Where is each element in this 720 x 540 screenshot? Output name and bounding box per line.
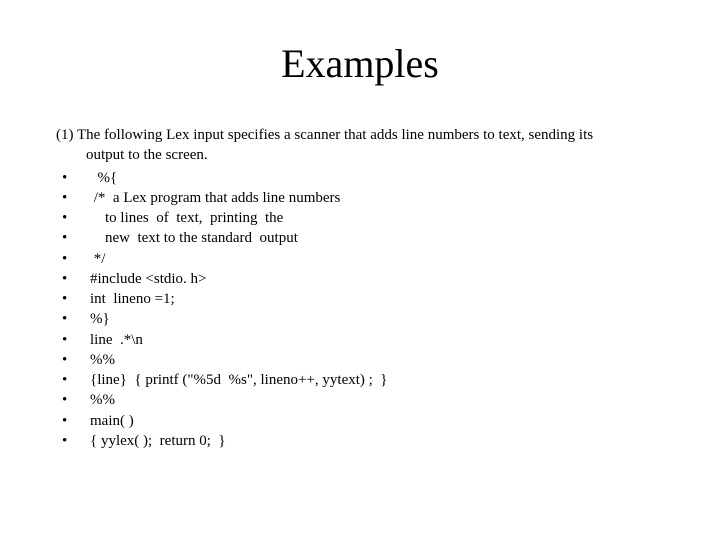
bullet-icon: • <box>54 411 90 431</box>
bullet-icon: • <box>54 249 90 269</box>
list-item: • main( ) <box>54 411 666 431</box>
list-item: • { yylex( ); return 0; } <box>54 431 666 451</box>
bullet-text: %{ <box>90 168 666 188</box>
bullet-icon: • <box>54 330 90 350</box>
list-item: • to lines of text, printing the <box>54 208 666 228</box>
list-item: • /* a Lex program that adds line number… <box>54 188 666 208</box>
bullet-text: /* a Lex program that adds line numbers <box>90 188 666 208</box>
bullet-icon: • <box>54 168 90 188</box>
bullet-icon: • <box>54 431 90 451</box>
bullet-text: new text to the standard output <box>90 228 666 248</box>
list-item: • new text to the standard output <box>54 228 666 248</box>
list-item: • %} <box>54 309 666 329</box>
bullet-text: main( ) <box>90 411 666 431</box>
bullet-icon: • <box>54 269 90 289</box>
bullet-text: */ <box>90 249 666 269</box>
bullet-icon: • <box>54 370 90 390</box>
list-item: • int lineno =1; <box>54 289 666 309</box>
slide: Examples (1) The following Lex input spe… <box>0 0 720 540</box>
bullet-text: to lines of text, printing the <box>90 208 666 228</box>
bullet-text: line .*\n <box>90 330 666 350</box>
bullet-text: #include <stdio. h> <box>90 269 666 289</box>
bullet-text: { yylex( ); return 0; } <box>90 431 666 451</box>
intro-line-1: (1) The following Lex input specifies a … <box>56 125 666 145</box>
list-item: • %% <box>54 350 666 370</box>
bullet-text: {line} { printf ("%5d %s", lineno++, yyt… <box>90 370 666 390</box>
bullet-icon: • <box>54 289 90 309</box>
bullet-icon: • <box>54 390 90 410</box>
bullet-icon: • <box>54 228 90 248</box>
bullet-text: %% <box>90 390 666 410</box>
intro-text: (1) The following Lex input specifies a … <box>56 125 666 166</box>
list-item: • {line} { printf ("%5d %s", lineno++, y… <box>54 370 666 390</box>
list-item: • line .*\n <box>54 330 666 350</box>
bullet-icon: • <box>54 309 90 329</box>
bullet-text: %} <box>90 309 666 329</box>
slide-title: Examples <box>54 40 666 87</box>
list-item: • %{ <box>54 168 666 188</box>
bullet-text: %% <box>90 350 666 370</box>
bullet-icon: • <box>54 208 90 228</box>
intro-line-2: output to the screen. <box>56 145 666 165</box>
bullet-icon: • <box>54 350 90 370</box>
list-item: • %% <box>54 390 666 410</box>
bullet-icon: • <box>54 188 90 208</box>
list-item: • */ <box>54 249 666 269</box>
list-item: • #include <stdio. h> <box>54 269 666 289</box>
bullet-list: • %{ • /* a Lex program that adds line n… <box>54 168 666 452</box>
bullet-text: int lineno =1; <box>90 289 666 309</box>
